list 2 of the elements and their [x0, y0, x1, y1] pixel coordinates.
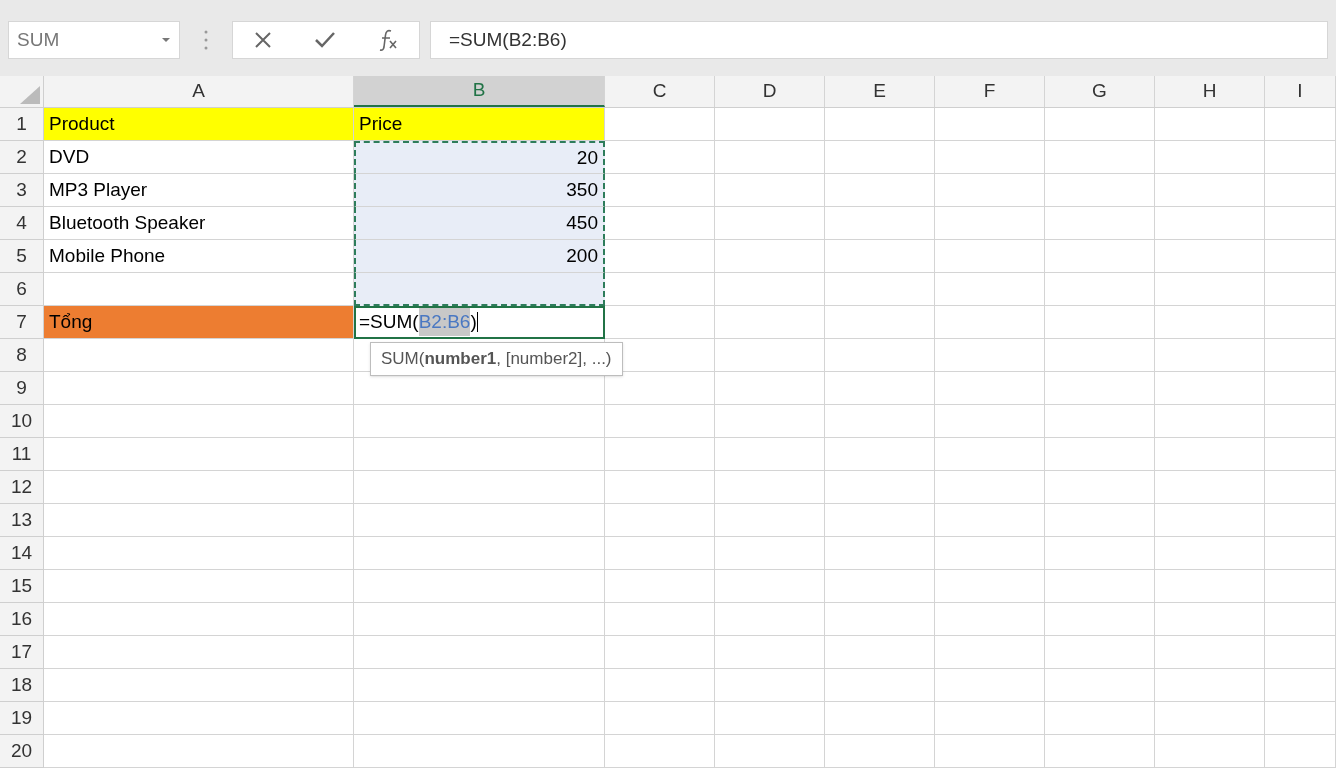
formula-entry: =SUM(B2:B6) — [359, 307, 478, 337]
function-tooltip: SUM(number1, [number2], ...) — [370, 342, 623, 376]
